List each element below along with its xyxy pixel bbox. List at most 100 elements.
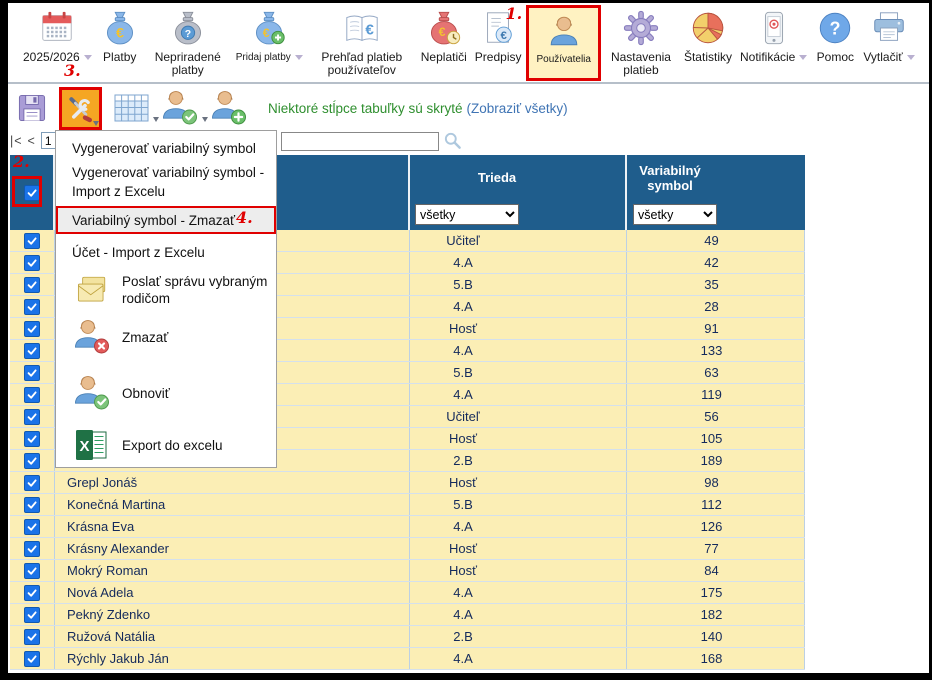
row-checkbox-cell xyxy=(10,560,55,581)
row-trieda-cell: 4.A xyxy=(410,582,627,603)
variabilny-symbol-filter-select[interactable]: všetky xyxy=(633,204,717,225)
menu-item-variabilny-symbol-zmazat[interactable]: Variabilný symbol - Zmazať xyxy=(56,206,276,234)
row-checkbox[interactable] xyxy=(24,541,40,557)
row-symbol-cell: 28 xyxy=(627,296,805,317)
select-all-checkbox[interactable] xyxy=(24,185,40,201)
row-checkbox[interactable] xyxy=(24,629,40,645)
menu-item-zmazat[interactable]: Zmazať xyxy=(56,315,276,359)
row-checkbox-cell xyxy=(10,362,55,383)
row-checkbox[interactable] xyxy=(24,563,40,579)
calendar-icon xyxy=(37,9,77,47)
gear-icon xyxy=(621,9,661,47)
row-checkbox[interactable] xyxy=(24,299,40,315)
row-name-cell: Krásny Alexander xyxy=(55,538,410,559)
user-icon xyxy=(544,11,584,49)
column-header-variabilny-symbol-label: Variabilný symbol xyxy=(627,163,713,193)
row-checkbox[interactable] xyxy=(24,497,40,513)
row-symbol-cell: 189 xyxy=(627,450,805,471)
toolbar-item-pridaj-platby[interactable]: €Pridaj platby xyxy=(233,3,306,82)
prev-page-button[interactable]: < xyxy=(28,134,36,148)
pie-chart-icon xyxy=(688,9,728,47)
row-checkbox[interactable] xyxy=(24,343,40,359)
table-row: Krásna Eva4.A126 xyxy=(10,516,805,538)
menu-item-label: Export do excelu xyxy=(122,438,223,453)
show-all-link[interactable]: (Zobraziť všetky) xyxy=(467,101,568,116)
row-symbol-cell: 126 xyxy=(627,516,805,537)
row-trieda-cell: Učiteľ xyxy=(410,230,627,251)
toolbar-item-nepriradene-platby[interactable]: ?Nepriradené platby xyxy=(145,3,231,82)
user-add-button[interactable] xyxy=(209,88,249,128)
phone-icon xyxy=(754,9,794,47)
user-add-icon xyxy=(209,88,249,128)
toolbar-item-vytlacit[interactable]: Vytlačiť xyxy=(860,3,917,82)
row-checkbox[interactable] xyxy=(24,453,40,469)
row-checkbox-cell xyxy=(10,296,55,317)
search-icon[interactable] xyxy=(442,130,464,152)
row-checkbox[interactable] xyxy=(24,585,40,601)
menu-item-poslat-spravu-vybranym-rodicom[interactable]: Poslať správu vybraným rodičom xyxy=(56,267,276,313)
row-checkbox-cell xyxy=(10,274,55,295)
row-trieda-cell: Hosť xyxy=(410,318,627,339)
first-page-button[interactable]: |< xyxy=(10,134,23,148)
row-checkbox[interactable] xyxy=(24,607,40,623)
menu-item-obnovit[interactable]: Obnoviť xyxy=(56,371,276,415)
row-trieda-cell: 2.B xyxy=(410,626,627,647)
toolbar-item-prehlad-platieb-pouzivatelov[interactable]: € Prehľad platieb používateľov xyxy=(308,3,416,82)
row-symbol-cell: 84 xyxy=(627,560,805,581)
table-row: Krásny AlexanderHosť77 xyxy=(10,538,805,560)
search-input[interactable] xyxy=(281,132,439,151)
svg-text:€: € xyxy=(365,22,374,39)
save-button[interactable] xyxy=(14,90,50,126)
row-trieda-cell: Hosť xyxy=(410,560,627,581)
tools-button[interactable]: 3. xyxy=(59,87,102,130)
menu-item-vygenerovat-variabilny-symbol-import-z-excelu[interactable]: Vygenerovať variabilný symbol - Import z… xyxy=(56,163,276,201)
row-name-cell: Pekný Zdenko xyxy=(55,604,410,625)
menu-item-ucet-import-z-excelu[interactable]: Účet - Import z Excelu xyxy=(56,245,276,260)
toolbar-item-pouzivatelia[interactable]: Používatelia1. xyxy=(526,5,600,81)
row-symbol-cell: 42 xyxy=(627,252,805,273)
row-checkbox[interactable] xyxy=(24,519,40,535)
row-trieda-cell: 4.A xyxy=(410,516,627,537)
toolbar-item-pomoc[interactable]: ?Pomoc xyxy=(812,3,858,82)
toolbar-item-neplatici[interactable]: €Neplatiči xyxy=(418,3,470,82)
table-columns-button[interactable] xyxy=(111,88,151,128)
row-symbol-cell: 77 xyxy=(627,538,805,559)
row-checkbox-cell xyxy=(10,648,55,669)
toolbar-item-label: Platby xyxy=(103,51,136,64)
row-name-cell: Rýchly Jakub Ján xyxy=(55,648,410,669)
money-bag-plus-icon: € xyxy=(249,9,289,47)
toolbar-item-label: Používatelia xyxy=(536,53,590,66)
row-checkbox[interactable] xyxy=(24,321,40,337)
svg-text:€: € xyxy=(263,26,270,40)
row-name-cell: Nová Adela xyxy=(55,582,410,603)
row-trieda-cell: 4.A xyxy=(410,604,627,625)
menu-item-vygenerovat-variabilny-symbol[interactable]: Vygenerovať variabilný symbol xyxy=(56,141,276,156)
toolbar-item-2025-2026[interactable]: 2025/2026 xyxy=(20,3,95,82)
row-name-cell: Konečná Martina xyxy=(55,494,410,515)
toolbar-item-nastavenia-platieb[interactable]: Nastavenia platieb xyxy=(603,3,679,82)
toolbar-item-platby[interactable]: €Platby xyxy=(97,3,143,82)
user-check-button[interactable] xyxy=(160,88,200,128)
tools-dropdown-menu: Vygenerovať variabilný symbol Vygenerovať… xyxy=(55,130,277,468)
row-trieda-cell: 4.A xyxy=(410,252,627,273)
row-checkbox[interactable] xyxy=(24,255,40,271)
toolbar-item-predpisy[interactable]: €Predpisy xyxy=(472,3,525,82)
row-checkbox[interactable] xyxy=(24,475,40,491)
row-checkbox[interactable] xyxy=(24,409,40,425)
document-euro-icon: € xyxy=(478,9,518,47)
toolbar-item-label: Neplatiči xyxy=(421,51,467,64)
toolbar-item-label: Prehľad platieb používateľov xyxy=(311,51,413,77)
row-checkbox[interactable] xyxy=(24,431,40,447)
row-checkbox[interactable] xyxy=(24,277,40,293)
row-checkbox[interactable] xyxy=(24,387,40,403)
row-symbol-cell: 182 xyxy=(627,604,805,625)
row-checkbox[interactable] xyxy=(24,651,40,667)
toolbar-item-statistiky[interactable]: Štatistiky xyxy=(681,3,735,82)
trieda-filter-select[interactable]: všetky xyxy=(415,204,519,225)
user-restore-icon xyxy=(72,373,112,413)
printer-icon xyxy=(869,9,909,47)
menu-item-export-do-excelu[interactable]: XExport do excelu xyxy=(56,425,276,465)
row-checkbox[interactable] xyxy=(24,233,40,249)
row-checkbox[interactable] xyxy=(24,365,40,381)
toolbar-item-notifikacie[interactable]: Notifikácie xyxy=(737,3,810,82)
